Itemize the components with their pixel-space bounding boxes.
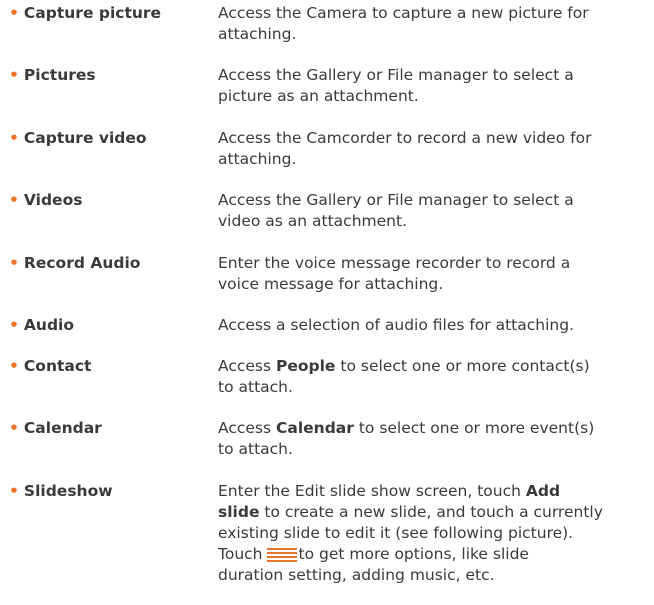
bullet: •	[9, 254, 19, 272]
term-label: Record Audio	[23, 254, 141, 272]
desc-videos: Access the Gallery or File manager to se…	[218, 190, 650, 232]
desc-line: Access a selection of audio files for at…	[218, 316, 574, 334]
desc-line: existing slide to edit it (see following…	[218, 524, 574, 542]
desc-capture-picture: Access the Camera to capture a new pictu…	[218, 3, 650, 45]
desc-text: to select one or more contact(s)	[335, 357, 590, 375]
desc-line: Access People to select one or more cont…	[218, 356, 650, 377]
desc-text: to create a new slide, and touch a curre…	[259, 503, 603, 521]
term-record-audio: • Record Audio	[9, 253, 140, 274]
desc-line: Access the Camera to capture a new pictu…	[218, 4, 589, 22]
desc-calendar: Access Calendar to select one or more ev…	[218, 418, 650, 460]
desc-record-audio: Enter the voice message recorder to reco…	[218, 253, 650, 295]
term-capture-picture: • Capture picture	[9, 3, 161, 24]
desc-text: Touch	[218, 545, 263, 563]
term-label: Slideshow	[23, 482, 113, 500]
desc-line: Access Calendar to select one or more ev…	[218, 418, 650, 439]
desc-contact: Access People to select one or more cont…	[218, 356, 650, 398]
desc-line: attaching.	[218, 150, 297, 168]
term-pictures: • Pictures	[9, 65, 96, 86]
term-calendar: • Calendar	[9, 418, 102, 439]
desc-line: video as an attachment.	[218, 212, 407, 230]
bullet: •	[9, 4, 19, 22]
desc-line: picture as an attachment.	[218, 87, 419, 105]
term-label: Capture video	[23, 129, 147, 147]
desc-text: Access	[218, 357, 276, 375]
desc-text: to select one or more event(s)	[353, 419, 595, 437]
desc-line: Access the Gallery or File manager to se…	[218, 66, 574, 84]
term-capture-video: • Capture video	[9, 128, 147, 149]
desc-line: duration setting, adding music, etc.	[218, 566, 495, 584]
desc-line: Touch to get more options, like slide	[218, 544, 650, 565]
desc-line: voice message for attaching.	[218, 275, 444, 293]
desc-line: to attach.	[218, 440, 293, 458]
term-label: Videos	[23, 191, 83, 209]
term-label: Capture picture	[23, 4, 162, 22]
desc-bold-slide: slide	[218, 503, 260, 521]
bullet: •	[9, 482, 19, 500]
desc-text: to get more options, like slide	[298, 545, 529, 563]
desc-audio: Access a selection of audio files for at…	[218, 315, 650, 336]
desc-line: Access the Gallery or File manager to se…	[218, 191, 574, 209]
desc-slideshow: Enter the Edit slide show screen, touch …	[218, 481, 650, 586]
desc-text: Enter the Edit slide show screen, touch	[218, 482, 526, 500]
bullet: •	[9, 66, 19, 84]
term-contact: • Contact	[9, 356, 91, 377]
term-label: Pictures	[23, 66, 96, 84]
desc-line: Access the Camcorder to record a new vid…	[218, 129, 592, 147]
term-label: Calendar	[23, 419, 102, 437]
desc-line: slide to create a new slide, and touch a…	[218, 502, 650, 523]
bullet: •	[9, 129, 19, 147]
term-label: Contact	[23, 357, 92, 375]
desc-bold-people: People	[276, 357, 336, 375]
desc-bold-add: Add	[525, 482, 561, 500]
bullet: •	[9, 357, 19, 375]
term-slideshow: • Slideshow	[9, 481, 113, 502]
desc-capture-video: Access the Camcorder to record a new vid…	[218, 128, 650, 170]
desc-line: Enter the voice message recorder to reco…	[218, 254, 571, 272]
attachment-options-list: • Capture picture Access the Camera to ca…	[0, 0, 654, 605]
desc-line: Enter the Edit slide show screen, touch …	[218, 481, 650, 502]
term-videos: • Videos	[9, 190, 82, 211]
term-audio: • Audio	[9, 315, 74, 336]
bullet: •	[9, 191, 19, 209]
desc-bold-calendar: Calendar	[276, 419, 354, 437]
menu-icon	[266, 547, 297, 562]
desc-line: to attach.	[218, 378, 293, 396]
bullet: •	[9, 316, 19, 334]
desc-text: Access	[218, 419, 276, 437]
bullet: •	[9, 419, 19, 437]
desc-pictures: Access the Gallery or File manager to se…	[218, 65, 650, 107]
desc-line: attaching.	[218, 25, 297, 43]
term-label: Audio	[23, 316, 75, 334]
